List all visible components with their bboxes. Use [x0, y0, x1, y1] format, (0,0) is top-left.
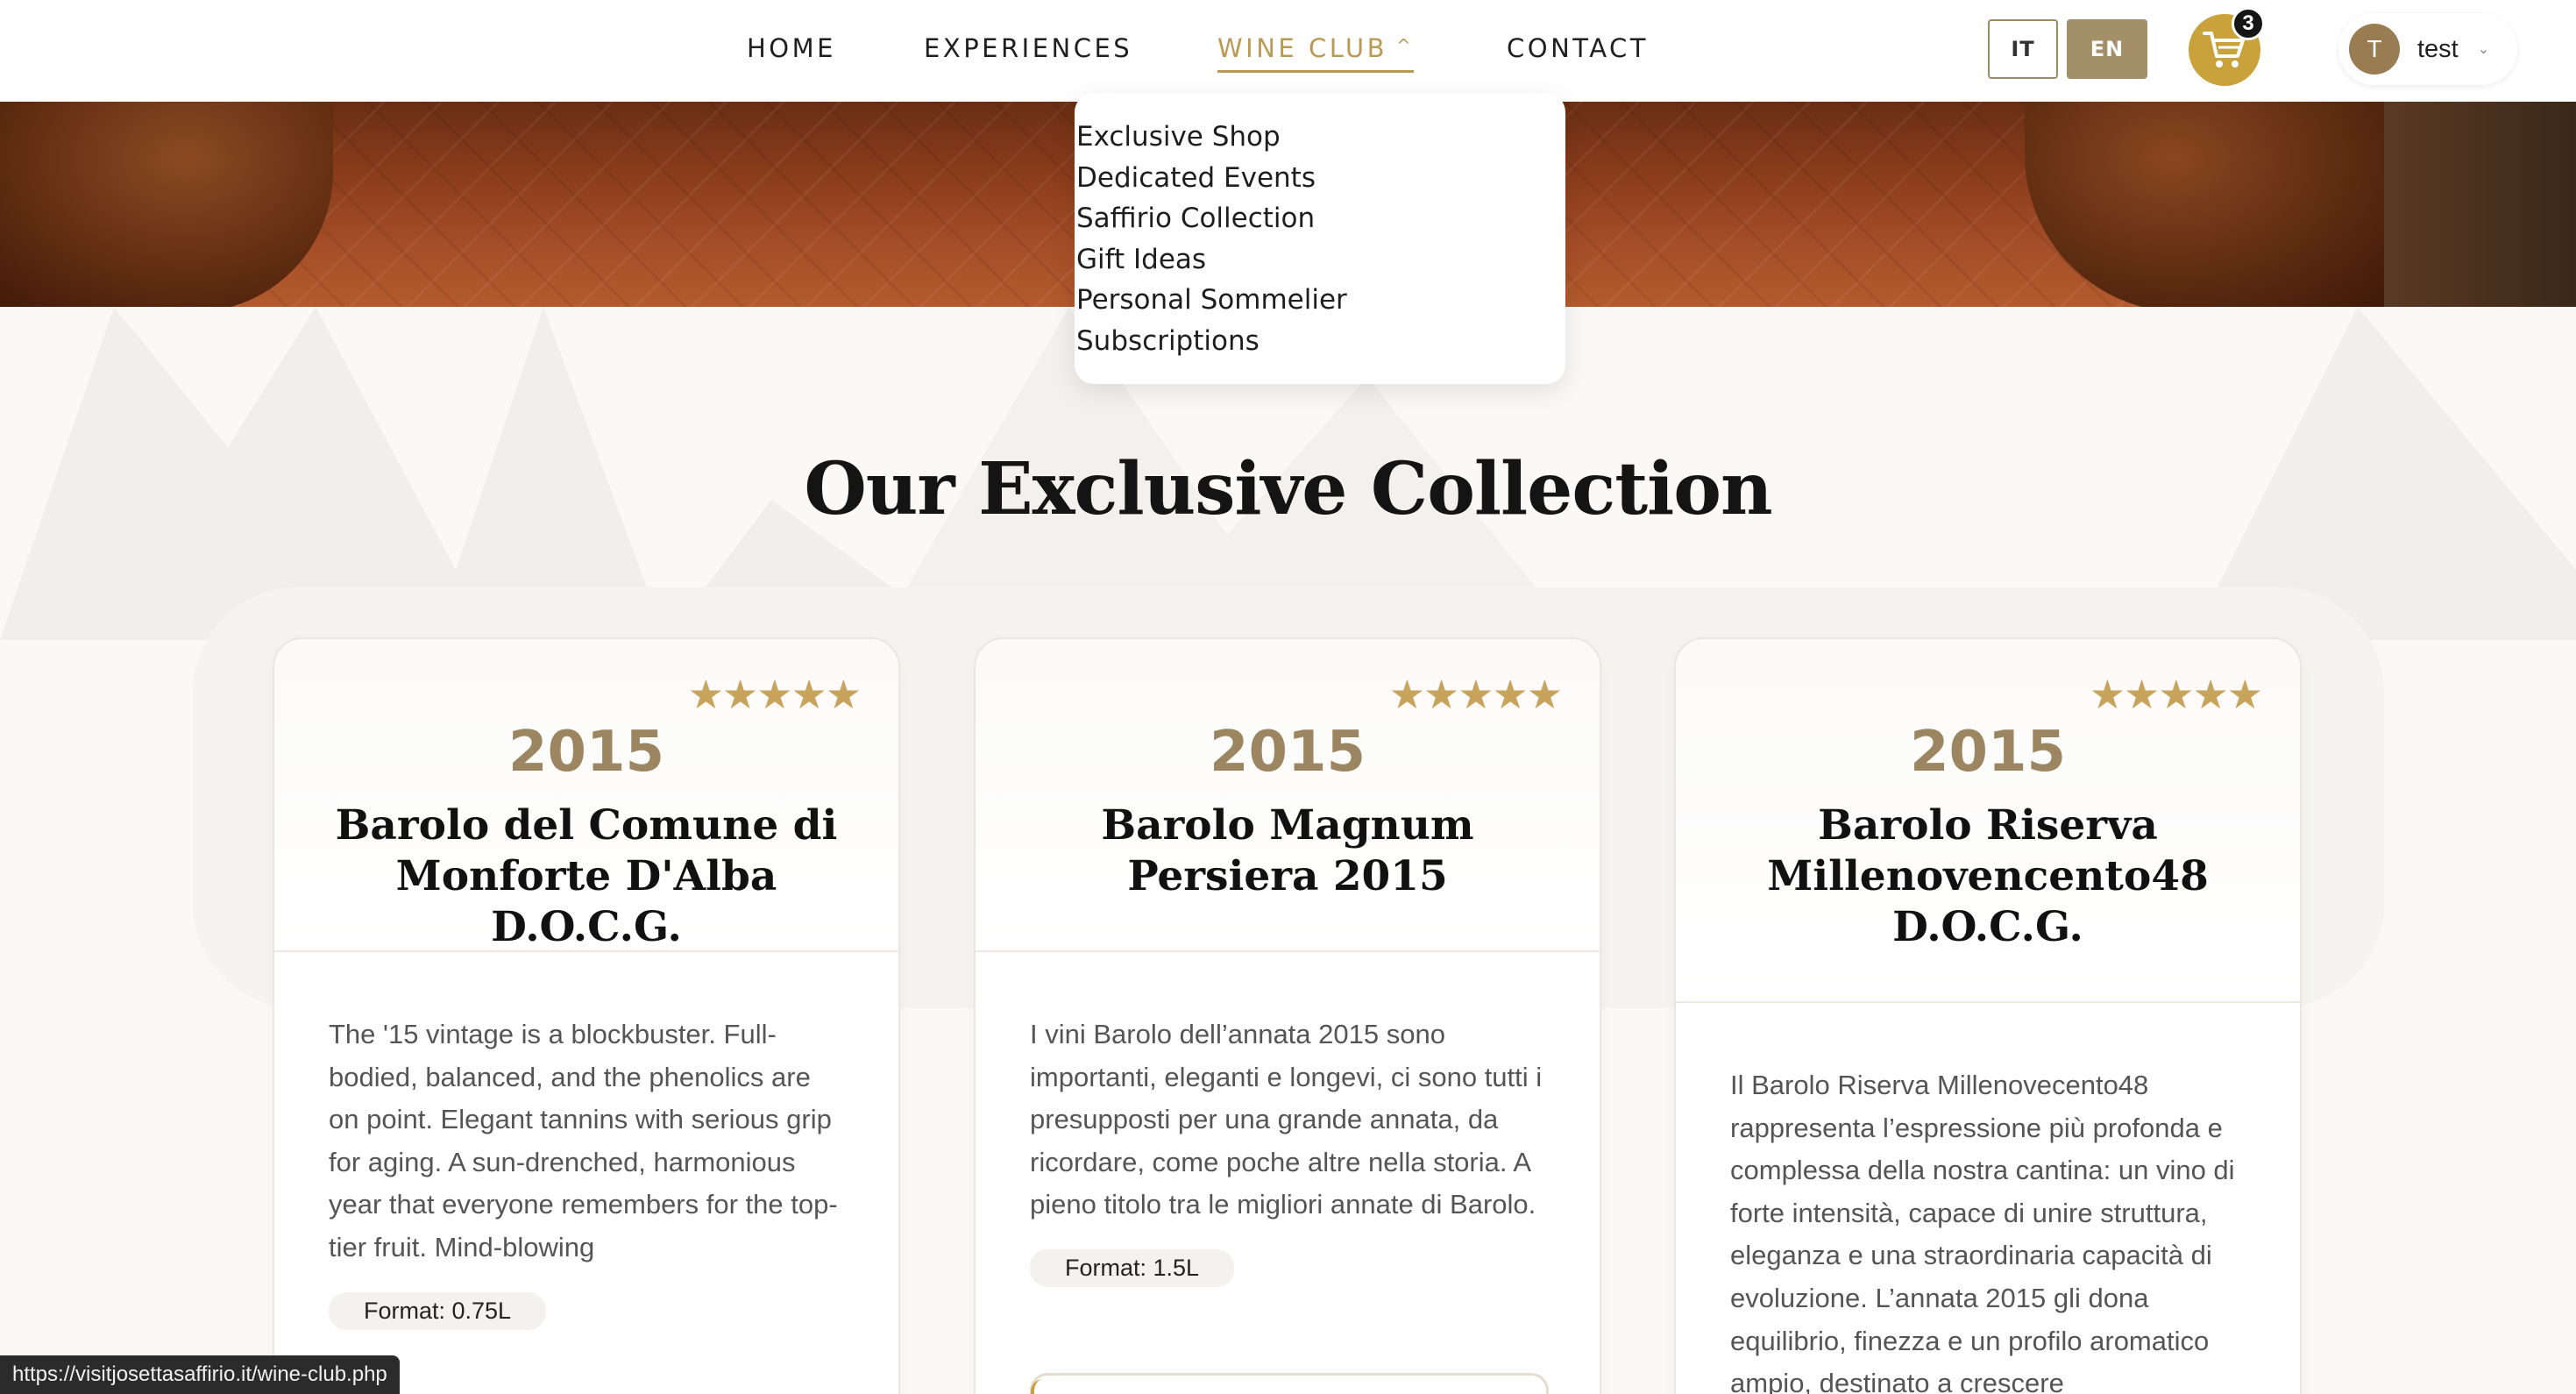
top-navigation-bar: HOME EXPERIENCES WINE CLUB ^ CONTACT IT E… [0, 0, 2576, 102]
star-rating: ★★★★★ [687, 672, 862, 717]
dropdown-item-subscriptions[interactable]: Subscriptions [1075, 321, 1565, 362]
product-description: The '15 vintage is a blockbuster. Full-b… [329, 1019, 838, 1262]
format-badge: Format: 1.5L [1030, 1248, 1235, 1287]
product-card[interactable]: ★★★★★ 2015 Barolo Riserva Millenovencent… [1674, 637, 2302, 1394]
link-preview-status-bar: https://visitjosettasaffirio.it/wine-clu… [0, 1355, 400, 1394]
section-title: Our Exclusive Collection [804, 447, 1772, 531]
product-card[interactable]: ★★★★★ 2015 Barolo del Comune di Monforte… [273, 637, 900, 1394]
nav-home[interactable]: HOME [747, 33, 836, 63]
user-name: test [2417, 34, 2459, 63]
product-card-header: ★★★★★ 2015 Barolo Magnum Persiera 2015 [976, 639, 1600, 952]
star-rating: ★★★★★ [2089, 672, 2263, 717]
hero-beam-right [2025, 102, 2393, 307]
hero-wall-right [2384, 102, 2576, 307]
nav-wine-club[interactable]: WINE CLUB ^ [1217, 33, 1415, 73]
language-en-button[interactable]: EN [2067, 19, 2147, 79]
product-card-header: ★★★★★ 2015 Barolo Riserva Millenovencent… [1676, 639, 2300, 1003]
product-name: Barolo del Comune di Monforte D'Alba D.O… [335, 801, 838, 951]
dropdown-item-dedicated-events[interactable]: Dedicated Events [1075, 158, 1565, 199]
product-name: Barolo Riserva Millenovencento48 D.O.C.G… [1767, 801, 2209, 951]
product-description: I vini Barolo dell’annata 2015 sono impo… [1030, 1019, 1543, 1220]
cart-count-badge: 3 [2232, 7, 2265, 40]
dropdown-item-gift-ideas[interactable]: Gift Ideas [1075, 239, 1565, 281]
language-it-button[interactable]: IT [1988, 19, 2058, 79]
hero-beam-left [0, 102, 333, 307]
product-card[interactable]: ★★★★★ 2015 Barolo Magnum Persiera 2015 I… [974, 637, 1601, 1394]
dropdown-item-saffirio-collection[interactable]: Saffirio Collection [1075, 198, 1565, 239]
dropdown-item-personal-sommelier[interactable]: Personal Sommelier [1075, 280, 1565, 321]
nav-experiences[interactable]: EXPERIENCES [924, 33, 1132, 63]
product-card-header: ★★★★★ 2015 Barolo del Comune di Monforte… [274, 639, 898, 952]
chevron-down-icon: ⌄ [2477, 42, 2490, 57]
wine-club-dropdown: Exclusive Shop Dedicated Events Saffirio… [1075, 93, 1565, 384]
format-badge: Format: 0.75L [329, 1291, 547, 1330]
chevron-up-icon: ^ [1396, 35, 1415, 56]
product-name: Barolo Magnum Persiera 2015 [1101, 801, 1474, 900]
user-menu-button[interactable]: T test ⌄ [2338, 13, 2517, 85]
nav-contact[interactable]: CONTACT [1507, 33, 1649, 63]
nav-wine-club-label: WINE CLUB [1217, 33, 1388, 63]
dropdown-item-exclusive-shop[interactable]: Exclusive Shop [1075, 117, 1565, 158]
avatar: T [2349, 24, 2400, 75]
product-description: Il Barolo Riserva Millenovecento48 rappr… [1730, 1070, 2235, 1394]
star-rating: ★★★★★ [1388, 672, 1563, 717]
add-to-cart-button[interactable] [1030, 1373, 1549, 1394]
